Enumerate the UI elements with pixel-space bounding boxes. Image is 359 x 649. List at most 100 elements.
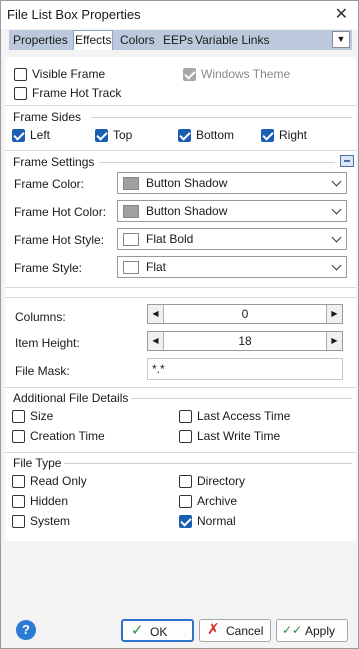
item-height-label: Item Height: [15,336,80,350]
properties-dialog: File List Box Properties ✕ Properties Ef… [0,0,359,649]
last-access-time-label: Last Access Time [197,409,291,423]
size-label: Size [30,409,54,423]
cancel-button[interactable]: ✗ Cancel [199,619,271,642]
tab-variable-links[interactable]: Variable Links [195,32,269,50]
columns-value[interactable]: 0 [164,307,326,321]
hidden-checkbox[interactable] [12,495,25,508]
frame-hot-color-value: Button Shadow [146,204,228,218]
collapse-section-button[interactable] [340,155,354,167]
frame-hot-style-select[interactable]: Flat Bold [117,228,347,250]
frame-color-value: Button Shadow [146,176,228,190]
divider [5,387,356,388]
columns-label: Columns: [15,310,66,324]
hidden-label: Hidden [30,494,69,508]
tab-effects[interactable]: Effects [73,30,114,50]
frame-hot-track-label: Frame Hot Track [32,86,122,100]
heading-rule [91,117,352,118]
ok-label: OK [150,625,168,639]
increment-icon[interactable]: ▶ [326,305,342,323]
normal-label: Normal [197,514,236,528]
frame-hot-style-label: Frame Hot Style: [14,233,105,247]
frame-hot-color-select[interactable]: Button Shadow [117,200,347,222]
right-side-checkbox[interactable] [261,129,274,142]
directory-label: Directory [197,474,246,488]
frame-hot-style-value: Flat Bold [146,232,194,246]
creation-time-checkbox[interactable] [12,430,25,443]
read-only-label: Read Only [30,474,87,488]
last-write-time-label: Last Write Time [197,429,281,443]
title-bar: File List Box Properties ✕ [1,1,358,29]
additional-details-heading: Additional File Details [13,391,129,405]
window-title: File List Box Properties [7,7,141,22]
item-height-spinner[interactable]: ◀ 18 ▶ [147,331,343,351]
apply-button[interactable]: ✓✓ Apply [276,619,348,642]
archive-checkbox[interactable] [179,495,192,508]
last-access-time-checkbox[interactable] [179,410,192,423]
system-checkbox[interactable] [12,515,25,528]
frame-color-select[interactable]: Button Shadow [117,172,347,194]
frame-hot-color-label: Frame Hot Color: [14,205,107,219]
apply-label: Apply [305,624,336,638]
dialog-footer: ? ✓ OK ✗ Cancel ✓✓ Apply [1,611,358,649]
decrement-icon[interactable]: ◀ [148,332,164,350]
bottom-side-label: Bottom [196,128,235,142]
decrement-icon[interactable]: ◀ [148,305,164,323]
increment-icon[interactable]: ▶ [326,332,342,350]
color-swatch [123,177,139,190]
divider [5,297,356,298]
read-only-checkbox[interactable] [12,475,25,488]
divider [5,452,356,453]
x-icon: ✗ [207,621,220,638]
top-side-checkbox[interactable] [95,129,108,142]
heading-rule [64,463,352,464]
color-swatch [123,205,139,218]
tab-dropdown-button[interactable]: ▼ [332,31,350,48]
creation-time-label: Creation Time [30,429,105,443]
frame-settings-heading: Frame Settings [13,155,95,169]
frame-color-label: Frame Color: [14,177,85,191]
style-swatch [123,233,139,246]
chevron-down-icon [331,204,342,215]
double-check-icon: ✓✓ [282,623,303,637]
top-side-label: Top [113,128,133,142]
tab-strip: Properties Effects Colors EEPs Variable … [9,30,352,50]
left-side-checkbox[interactable] [12,129,25,142]
directory-checkbox[interactable] [179,475,192,488]
cancel-label: Cancel [226,624,264,638]
normal-checkbox[interactable] [179,515,192,528]
windows-theme-checkbox[interactable] [183,68,196,81]
system-label: System [30,514,71,528]
visible-frame-label: Visible Frame [32,67,106,81]
bottom-side-checkbox[interactable] [178,129,191,142]
divider [5,150,356,151]
frame-style-value: Flat [146,260,167,274]
tab-properties[interactable]: Properties [13,32,68,50]
frame-style-label: Frame Style: [14,261,83,275]
divider [5,287,356,288]
heading-rule [99,162,335,163]
frame-style-select[interactable]: Flat [117,256,347,278]
columns-spinner[interactable]: ◀ 0 ▶ [147,304,343,324]
chevron-down-icon [331,176,342,187]
frame-hot-track-checkbox[interactable] [14,87,27,100]
frame-sides-heading: Frame Sides [13,110,82,124]
archive-label: Archive [197,494,238,508]
divider [5,105,356,106]
ok-button[interactable]: ✓ OK [121,619,194,642]
size-checkbox[interactable] [12,410,25,423]
left-side-label: Left [30,128,51,142]
help-icon[interactable]: ? [16,620,36,640]
chevron-down-icon [331,260,342,271]
file-mask-input[interactable]: *.* [147,358,343,380]
windows-theme-label: Windows Theme [201,67,291,81]
visible-frame-checkbox[interactable] [14,68,27,81]
right-side-label: Right [279,128,308,142]
tab-eeps[interactable]: EEPs [163,32,193,50]
close-icon[interactable]: ✕ [335,4,348,24]
last-write-time-checkbox[interactable] [179,430,192,443]
file-type-heading: File Type [13,456,62,470]
tab-colors[interactable]: Colors [120,32,155,50]
style-swatch [123,261,139,274]
item-height-value[interactable]: 18 [164,334,326,348]
heading-rule [131,398,352,399]
